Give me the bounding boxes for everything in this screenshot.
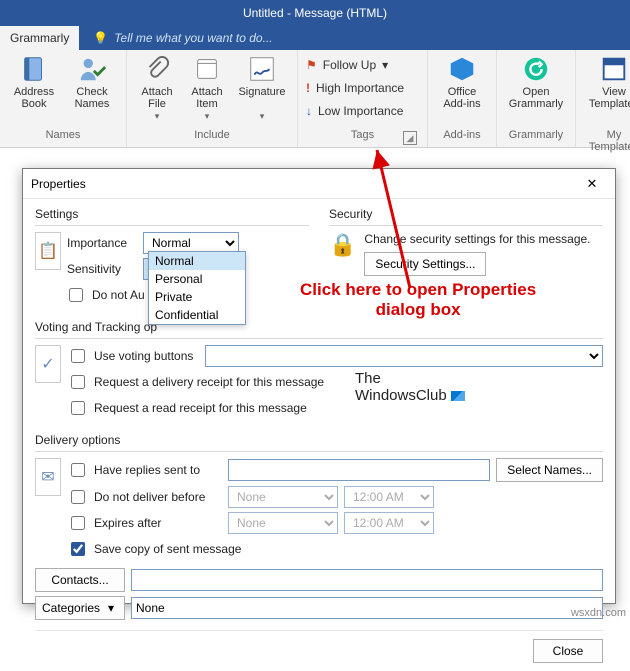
address-book-icon: [19, 54, 49, 84]
office-addins-button[interactable]: Office Add-ins: [436, 54, 488, 110]
ribbon-tab-row: Grammarly 💡 Tell me what you want to do.…: [0, 26, 630, 50]
signature-button[interactable]: Signature▾: [235, 54, 289, 122]
expires-time: 12:00 AM: [344, 512, 434, 534]
delivery-receipt-checkbox[interactable]: [71, 375, 85, 389]
open-grammarly-button[interactable]: Open Grammarly: [505, 54, 567, 110]
deliver-before-checkbox[interactable]: [71, 490, 85, 504]
voting-buttons-select[interactable]: [205, 345, 603, 367]
group-label-include: Include: [135, 129, 289, 147]
sensitivity-label: Sensitivity: [67, 262, 137, 276]
check-names-button[interactable]: Check Names: [66, 54, 118, 110]
group-addins: Office Add-ins Add-ins: [428, 50, 497, 147]
group-include: Attach File▾ Attach Item▾ Signature▾ Inc…: [127, 50, 298, 147]
tab-grammarly[interactable]: Grammarly: [0, 26, 79, 50]
dialog-close-button[interactable]: ✕: [577, 173, 607, 195]
security-settings-button[interactable]: Security Settings...: [364, 252, 486, 276]
security-heading: Security: [329, 207, 603, 221]
dialog-titlebar: Properties ✕: [23, 169, 615, 199]
ribbon: Address Book Check Names Names Attach Fi…: [0, 50, 630, 148]
deliver-before-time: 12:00 AM: [344, 486, 434, 508]
attach-item-icon: [192, 54, 222, 84]
view-templates-button[interactable]: View Templates: [584, 54, 630, 110]
sensitivity-option-personal[interactable]: Personal: [149, 270, 245, 288]
autoarchive-label: Do not Au: [92, 288, 145, 302]
window-title: Untitled - Message (HTML): [243, 6, 387, 20]
voting-section: Voting and Tracking op ✓ Use voting butt…: [35, 320, 603, 423]
replies-input[interactable]: [228, 459, 490, 481]
low-importance-button[interactable]: ↓Low Importance: [306, 100, 403, 122]
paperclip-icon: [142, 54, 172, 84]
voting-icon: ✓: [35, 345, 61, 383]
title-bar: Untitled - Message (HTML): [0, 0, 630, 26]
follow-up-button[interactable]: ⚑Follow Up ▾: [306, 54, 388, 76]
attach-file-button[interactable]: Attach File▾: [135, 54, 179, 122]
high-importance-button[interactable]: !High Importance: [306, 77, 404, 99]
expires-checkbox[interactable]: [71, 516, 85, 530]
sensitivity-option-private[interactable]: Private: [149, 288, 245, 306]
delivery-receipt-label: Request a delivery receipt for this mess…: [94, 375, 324, 389]
group-label-grammarly: Grammarly: [505, 129, 567, 147]
lock-icon: 🔒: [329, 232, 356, 276]
properties-dialog: Properties ✕ Settings 📋 Importance Norma…: [22, 168, 616, 604]
sensitivity-option-confidential[interactable]: Confidential: [149, 306, 245, 324]
voting-buttons-label: Use voting buttons: [94, 349, 193, 363]
save-copy-label: Save copy of sent message: [94, 542, 241, 556]
sensitivity-option-normal[interactable]: Normal: [149, 252, 245, 270]
flag-icon: ⚑: [306, 58, 317, 72]
contacts-input[interactable]: [131, 569, 603, 591]
source-credit: wsxdn.com: [571, 607, 626, 619]
deliver-before-date: None: [228, 486, 338, 508]
grammarly-icon: [521, 54, 551, 84]
voting-buttons-checkbox[interactable]: [71, 349, 85, 363]
importance-low-icon: ↓: [306, 104, 312, 118]
importance-high-icon: !: [306, 81, 310, 95]
dialog-title: Properties: [31, 177, 86, 191]
check-names-icon: [77, 54, 107, 84]
close-icon: ✕: [587, 176, 598, 192]
autoarchive-checkbox[interactable]: [69, 288, 83, 302]
group-label-templates: My Templates: [584, 129, 630, 147]
expires-date: None: [228, 512, 338, 534]
delivery-icon: ✉: [35, 458, 61, 496]
voting-heading: Voting and Tracking op: [35, 320, 603, 334]
templates-icon: [599, 54, 629, 84]
settings-heading: Settings: [35, 207, 309, 221]
security-section: Security 🔒 Change security settings for …: [329, 207, 603, 310]
replies-checkbox[interactable]: [71, 463, 85, 477]
read-receipt-label: Request a read receipt for this message: [94, 401, 307, 415]
attach-item-button[interactable]: Attach Item▾: [185, 54, 229, 122]
group-templates: View Templates My Templates: [576, 50, 630, 147]
deliver-before-label: Do not deliver before: [94, 490, 222, 504]
security-text: Change security settings for this messag…: [364, 232, 590, 246]
group-label-addins: Add-ins: [436, 129, 488, 147]
tell-me-hint[interactable]: Tell me what you want to do...: [114, 31, 272, 45]
importance-label: Importance: [67, 236, 137, 250]
save-copy-checkbox[interactable]: [71, 542, 85, 556]
group-tags: ⚑Follow Up ▾ !High Importance ↓Low Impor…: [298, 50, 428, 147]
address-book-button[interactable]: Address Book: [8, 54, 60, 110]
settings-icon: 📋: [35, 232, 61, 270]
replies-label: Have replies sent to: [94, 463, 222, 477]
sensitivity-dropdown-list[interactable]: Normal Personal Private Confidential: [148, 251, 246, 325]
delivery-section: Delivery options ✉ Have replies sent to …: [35, 433, 603, 620]
contacts-button[interactable]: Contacts...: [35, 568, 125, 592]
group-names: Address Book Check Names Names: [0, 50, 127, 147]
group-grammarly: Open Grammarly Grammarly: [497, 50, 576, 147]
signature-icon: [247, 54, 277, 84]
delivery-heading: Delivery options: [35, 433, 603, 447]
group-label-tags: Tags ◢: [306, 129, 419, 147]
categories-button[interactable]: Categories ▾: [35, 596, 125, 620]
select-names-button[interactable]: Select Names...: [496, 458, 603, 482]
read-receipt-checkbox[interactable]: [71, 401, 85, 415]
addins-icon: [447, 54, 477, 84]
expires-label: Expires after: [94, 516, 222, 530]
categories-input[interactable]: [131, 597, 603, 619]
lightbulb-icon: 💡: [93, 31, 108, 45]
tags-dialog-launcher[interactable]: ◢: [403, 131, 417, 145]
group-label-names: Names: [8, 129, 118, 147]
close-button[interactable]: Close: [533, 639, 603, 663]
